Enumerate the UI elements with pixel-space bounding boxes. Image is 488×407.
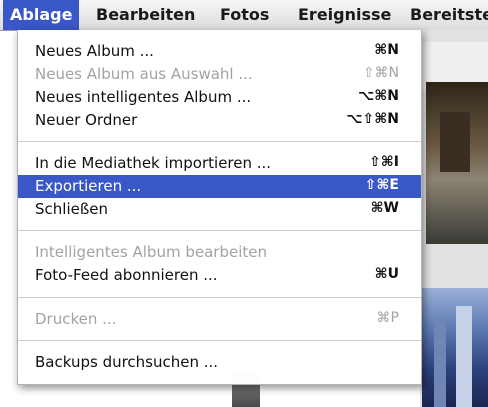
menu-separator (18, 297, 421, 298)
menu-item-label: In die Mediathek importieren ... (35, 154, 272, 172)
menu-item-new-smart-album[interactable]: Neues intelligentes Album ... ⌥⌘N (18, 86, 421, 109)
menu-separator (18, 230, 421, 231)
menu-item-export[interactable]: Exportieren ... ⇧⌘E (18, 175, 421, 198)
menu-item-label: Drucken ... (35, 310, 117, 328)
menu-item-shortcut: ⌘W (370, 200, 399, 216)
background-window (420, 30, 488, 407)
menu-bar: Ablage Bearbeiten Fotos Ereignisse Berei… (0, 0, 488, 31)
ablage-dropdown-menu: Neues Album ... ⌘N Neues Album aus Auswa… (17, 30, 422, 385)
menubar-item-bereitstellen[interactable]: Bereitste (410, 0, 488, 30)
menubar-item-ablage[interactable]: Ablage (3, 0, 80, 30)
menu-item-shortcut: ⌘U (374, 266, 399, 282)
menu-item-label: Neues Album aus Auswahl ... (35, 65, 253, 83)
menu-item-label: Backups durchsuchen ... (35, 353, 219, 371)
photo-thumbnail[interactable] (426, 82, 488, 244)
menu-item-browse-backups[interactable]: Backups durchsuchen ... (18, 351, 421, 374)
menu-item-shortcut: ⇧⌘N (362, 65, 399, 81)
menu-item-shortcut: ⌘P (376, 310, 399, 326)
menu-item-shortcut: ⌥⇧⌘N (346, 111, 399, 127)
menu-item-label: Schließen (35, 200, 109, 218)
menu-item-shortcut: ⌘N (374, 42, 399, 58)
menu-item-shortcut: ⇧⌘E (364, 177, 399, 193)
menu-item-label: Neues Album ... (35, 42, 154, 60)
menu-item-label: Exportieren ... (35, 177, 142, 195)
menu-item-subscribe-photo-feed[interactable]: Foto-Feed abonnieren ... ⌘U (18, 264, 421, 287)
menu-item-print: Drucken ... ⌘P (18, 308, 421, 331)
menu-item-new-album[interactable]: Neues Album ... ⌘N (18, 40, 421, 63)
photo-thumbnail[interactable] (422, 288, 488, 407)
menu-item-label: Neuer Ordner (35, 111, 138, 129)
menu-item-label: Intelligentes Album bearbeiten (35, 243, 267, 261)
menubar-item-ereignisse[interactable]: Ereignisse (298, 0, 391, 30)
menu-item-label: Neues intelligentes Album ... (35, 88, 252, 106)
menu-item-shortcut: ⇧⌘I (369, 154, 399, 170)
menu-item-edit-smart-album: Intelligentes Album bearbeiten (18, 241, 421, 264)
menu-item-label: Foto-Feed abonnieren ... (35, 266, 218, 284)
menu-separator (18, 141, 421, 142)
menubar-item-fotos[interactable]: Fotos (220, 0, 269, 30)
menu-item-shortcut: ⌥⌘N (358, 88, 399, 104)
menu-item-import-to-library[interactable]: In die Mediathek importieren ... ⇧⌘I (18, 152, 421, 175)
menu-item-new-album-from-selection: Neues Album aus Auswahl ... ⇧⌘N (18, 63, 421, 86)
menu-item-close[interactable]: Schließen ⌘W (18, 198, 421, 221)
menu-item-new-folder[interactable]: Neuer Ordner ⌥⇧⌘N (18, 109, 421, 132)
menubar-item-bearbeiten[interactable]: Bearbeiten (96, 0, 195, 30)
menu-separator (18, 340, 421, 341)
